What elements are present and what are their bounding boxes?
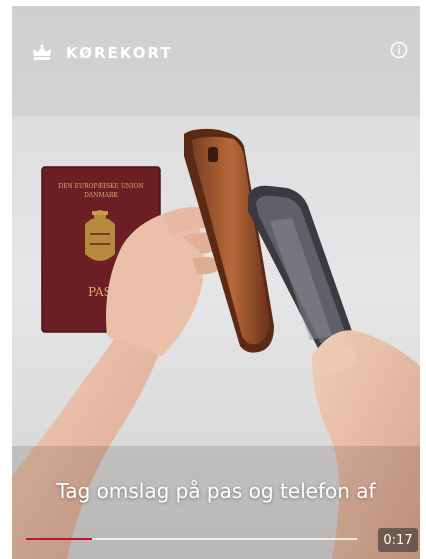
video-progress-fill <box>26 538 93 540</box>
passport-header-2: DANMARK <box>84 192 118 199</box>
brand-title: KØREKORT <box>66 44 173 62</box>
app-header: KØREKORT <box>12 6 420 96</box>
video-progress-bar[interactable] <box>26 538 357 540</box>
video-card[interactable]: DEN EUROPÆISKE UNION DANMARK PAS KØREKOR… <box>12 6 420 559</box>
info-icon[interactable] <box>390 41 408 59</box>
video-timestamp: 0:17 <box>378 528 418 552</box>
crown-icon <box>33 44 51 60</box>
passport-header-1: DEN EUROPÆISKE UNION <box>58 183 143 190</box>
video-caption: Tag omslag på pas og telefon af <box>56 479 376 503</box>
